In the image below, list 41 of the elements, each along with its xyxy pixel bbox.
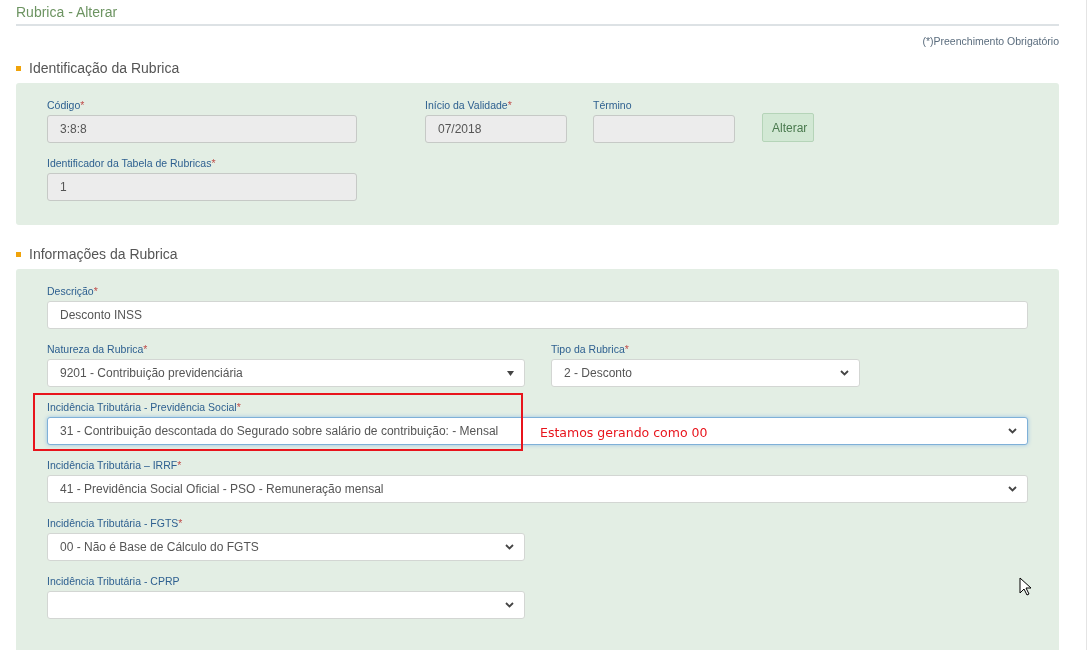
bullet-icon <box>16 65 21 71</box>
select-field[interactable] <box>47 591 525 619</box>
select-field[interactable]: 9201 - Contribuição previdenciária <box>47 359 525 387</box>
required-asterisk: * <box>177 459 182 471</box>
field-label: Identificador da Tabela de Rubricas <box>47 157 212 169</box>
field-label: Tipo da Rubrica <box>551 343 625 355</box>
section-title: Identificação da Rubrica <box>29 60 180 76</box>
required-asterisk: * <box>178 517 183 529</box>
section-title: Informações da Rubrica <box>29 246 178 262</box>
dropdown-triangle-icon <box>507 370 514 376</box>
required-asterisk: * <box>507 99 512 111</box>
required-asterisk: * <box>211 157 216 169</box>
field-label: Incidência Tributária - FGTS <box>47 517 179 529</box>
field-label: Incidência Tributária - Previdência Social <box>47 401 237 413</box>
page-title: Rubrica - Alterar <box>16 0 1059 26</box>
chevron-down-icon <box>1008 486 1017 492</box>
field-label: Natureza da Rubrica <box>47 343 144 355</box>
select-field[interactable]: 2 - Desconto <box>551 359 860 387</box>
select-field[interactable]: 00 - Não é Base de Cálculo do FGTS <box>47 533 525 561</box>
field-label: Incidência Tributária – IRRF <box>47 459 178 471</box>
required-asterisk: * <box>236 401 241 413</box>
required-asterisk: * <box>93 285 98 297</box>
required-asterisk: * <box>624 343 629 355</box>
chevron-down-icon <box>1008 428 1017 434</box>
chevron-down-icon <box>505 544 514 550</box>
bullet-icon <box>16 251 21 257</box>
field-label: Início da Validade <box>425 99 508 111</box>
chevron-down-icon <box>505 602 514 608</box>
field-label: Descrição <box>47 285 94 297</box>
required-asterisk: * <box>143 343 148 355</box>
select-field[interactable]: 41 - Previdência Social Oficial - PSO - Remuneração mensal <box>47 475 1028 503</box>
field-label: Término <box>593 99 632 111</box>
chevron-down-icon <box>840 370 849 376</box>
mouse-cursor-icon <box>1019 577 1033 597</box>
input-field[interactable]: Desconto INSS <box>47 301 1028 329</box>
required-note: (*)Preenchimento Obrigatório <box>921 35 1059 47</box>
required-asterisk: * <box>80 99 85 111</box>
field-label: Código <box>47 99 81 111</box>
alterar-button[interactable]: Alterar <box>762 113 814 142</box>
field-label: Incidência Tributária - CPRP <box>47 575 180 587</box>
annotation-note: Estamos gerando como 00 <box>540 425 708 440</box>
